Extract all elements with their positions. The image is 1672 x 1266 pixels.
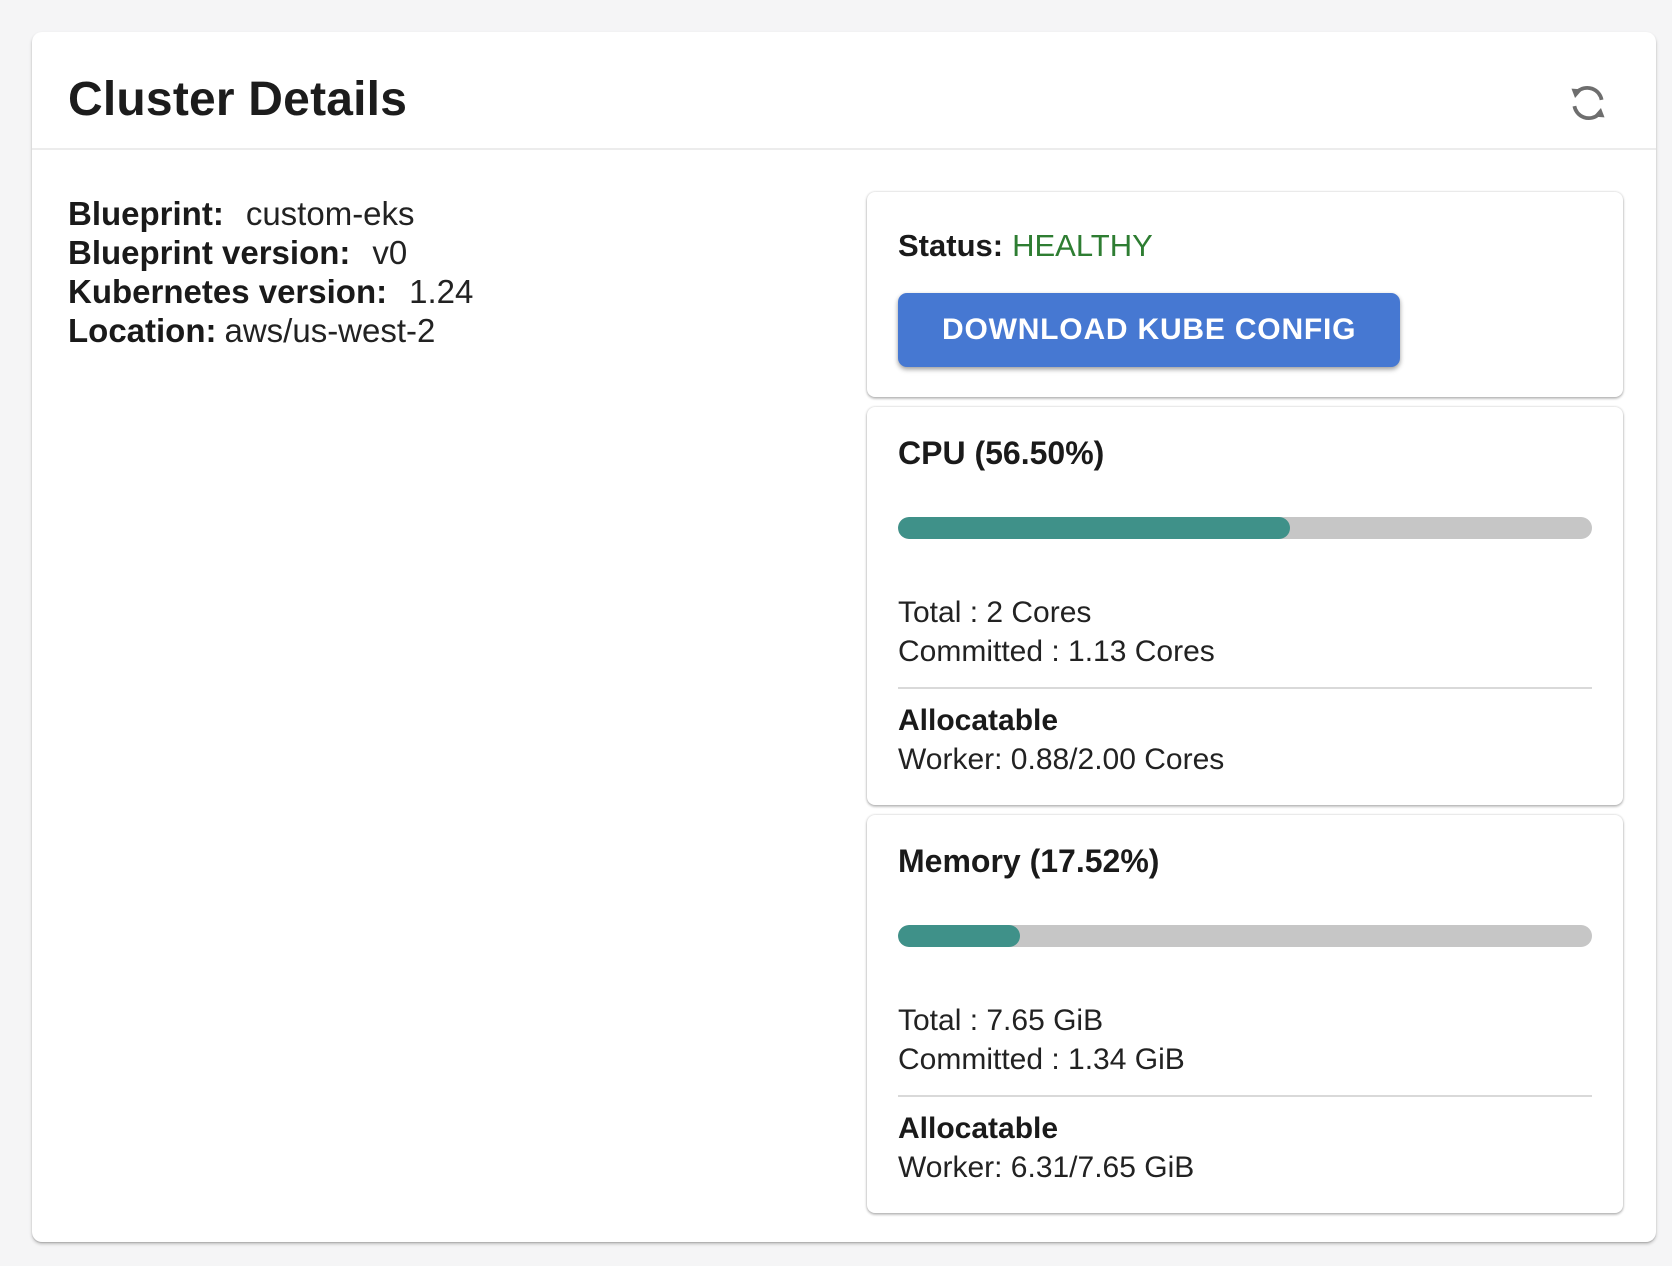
detail-row-blueprint: Blueprint: custom-eks <box>68 194 867 233</box>
blueprint-version-label: Blueprint version: <box>68 234 350 271</box>
cpu-divider <box>898 687 1592 689</box>
memory-worker-allocatable: Worker: 6.31/7.65 GiB <box>898 1148 1592 1187</box>
cpu-progress-fill <box>898 517 1290 539</box>
memory-total: Total : 7.65 GiB <box>898 1001 1592 1040</box>
cluster-details-card: Cluster Details Blueprint:custom-eks B <box>32 32 1656 1242</box>
cpu-progress-track <box>898 517 1592 539</box>
refresh-icon <box>1565 80 1611 129</box>
cpu-stats: Total : 2 Cores Committed : 1.13 Cores <box>898 593 1592 671</box>
memory-committed: Committed : 1.34 GiB <box>898 1040 1592 1079</box>
detail-row-blueprint-version: Blueprint version: v0 <box>68 233 867 272</box>
memory-title: Memory (17.52%) <box>898 843 1592 879</box>
location-value: aws/us-west-2 <box>224 312 435 349</box>
status-line: Status: HEALTHY <box>898 228 1592 264</box>
status-label: Status: <box>898 228 1003 263</box>
page-title: Cluster Details <box>68 72 407 127</box>
refresh-button[interactable] <box>1564 80 1612 128</box>
detail-row-location: Location:aws/us-west-2 <box>68 311 867 350</box>
memory-progress-track <box>898 925 1592 947</box>
blueprint-label: Blueprint: <box>68 195 224 232</box>
cpu-worker-allocatable: Worker: 0.88/2.00 Cores <box>898 740 1592 779</box>
memory-divider <box>898 1095 1592 1097</box>
memory-panel: Memory (17.52%) Total : 7.65 GiB Committ… <box>867 815 1623 1213</box>
location-label: Location: <box>68 312 216 349</box>
status-panel: Status: HEALTHY DOWNLOAD KUBE CONFIG <box>867 192 1623 397</box>
kubernetes-version-value: 1.24 <box>409 273 473 310</box>
download-kube-config-button[interactable]: DOWNLOAD KUBE CONFIG <box>898 293 1400 367</box>
cpu-title: CPU (56.50%) <box>898 435 1592 471</box>
blueprint-value: custom-eks <box>246 195 415 232</box>
status-badge: HEALTHY <box>1012 228 1153 263</box>
card-header: Cluster Details <box>32 32 1656 150</box>
right-column: Status: HEALTHY DOWNLOAD KUBE CONFIG CPU … <box>867 192 1623 1213</box>
memory-stats: Total : 7.65 GiB Committed : 1.34 GiB <box>898 1001 1592 1079</box>
blueprint-version-value: v0 <box>372 234 407 271</box>
kubernetes-version-label: Kubernetes version: <box>68 273 387 310</box>
memory-progress-fill <box>898 925 1020 947</box>
memory-allocatable-label: Allocatable <box>898 1109 1592 1148</box>
cpu-committed: Committed : 1.13 Cores <box>898 632 1592 671</box>
card-content: Blueprint: custom-eks Blueprint version: v… <box>32 150 1656 1253</box>
cpu-panel: CPU (56.50%) Total : 2 Cores Committed :… <box>867 407 1623 805</box>
cpu-allocatable-label: Allocatable <box>898 701 1592 740</box>
cluster-info: Blueprint: custom-eks Blueprint version: v… <box>68 192 867 1213</box>
cpu-total: Total : 2 Cores <box>898 593 1592 632</box>
detail-row-kubernetes-version: Kubernetes version: 1.24 <box>68 272 867 311</box>
